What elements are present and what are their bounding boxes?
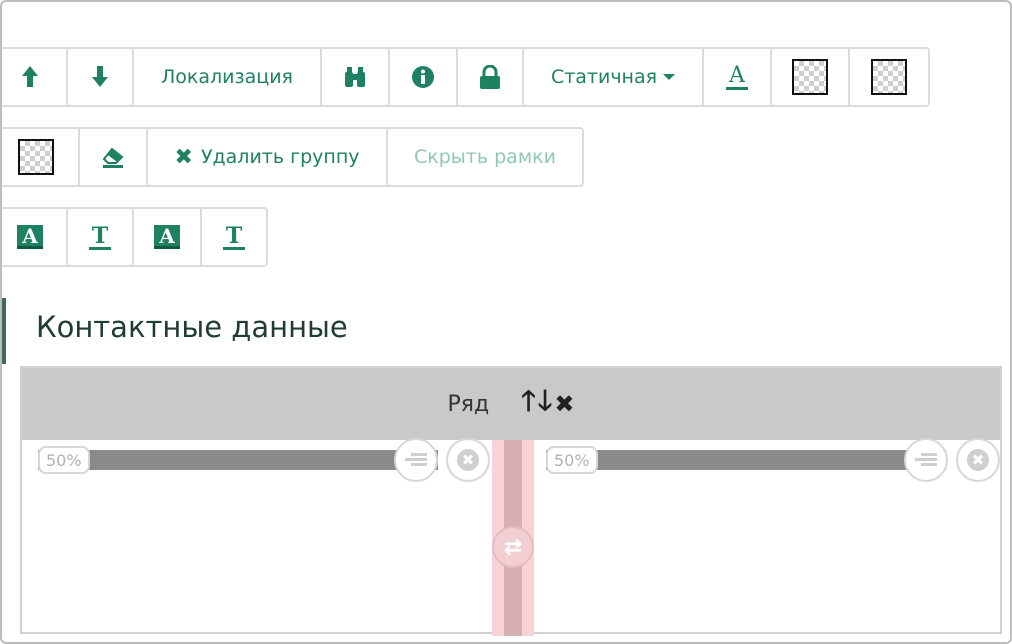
column-resize-bar[interactable]: [38, 450, 438, 470]
column-splitter[interactable]: ⇄: [492, 440, 534, 636]
move-down-button[interactable]: [66, 47, 134, 107]
column-right[interactable]: 50% ✖: [532, 438, 1002, 636]
indent-icon: [405, 453, 427, 467]
row-move-down-icon[interactable]: 🡓: [538, 380, 553, 428]
localization-button[interactable]: Локализация: [132, 47, 322, 107]
indent-icon: [915, 453, 937, 467]
binoculars-icon: [345, 67, 365, 87]
text-color-button[interactable]: A: [702, 47, 772, 107]
column-remove-button[interactable]: ✖: [956, 438, 1000, 482]
row-grid: Ряд 🡑 🡓 ✖ 50% ✖ ⇄ 50% ✖: [20, 366, 1002, 636]
heading-text-button[interactable]: T: [66, 207, 134, 267]
move-up-button[interactable]: [2, 47, 68, 107]
position-dropdown-label: Статичная: [550, 66, 658, 88]
row-header[interactable]: Ряд 🡑 🡓 ✖: [22, 368, 1000, 440]
body-fill-button[interactable]: A: [132, 207, 202, 267]
delete-group-button[interactable]: ✖ Удалить группу: [146, 127, 388, 187]
row-move-up-icon[interactable]: 🡑: [521, 380, 536, 428]
body-text-button[interactable]: T: [200, 207, 268, 267]
toolbar-row-1: Локализация Статичная A: [2, 47, 930, 107]
heading-fill-button[interactable]: A: [2, 207, 68, 267]
row-delete-icon[interactable]: ✖: [554, 390, 574, 418]
section-title: Контактные данные: [36, 310, 348, 344]
hide-frames-label: Скрыть рамки: [414, 146, 556, 168]
swap-columns-icon[interactable]: ⇄: [492, 526, 534, 568]
toolbar-row-3: A T A T: [2, 207, 268, 267]
close-icon: ✖: [967, 449, 989, 471]
transparent-swatch-icon: [18, 139, 54, 175]
column-remove-button[interactable]: ✖: [446, 438, 490, 482]
localization-label: Локализация: [161, 66, 293, 88]
fill-color-button[interactable]: [2, 127, 80, 187]
column-width-badge[interactable]: 50%: [546, 446, 598, 474]
font-box-icon: A: [154, 224, 180, 249]
row-label: Ряд: [447, 391, 490, 417]
text-color-icon: A: [726, 64, 748, 90]
transparent-swatch-icon: [792, 59, 828, 95]
info-button[interactable]: [388, 47, 458, 107]
lock-icon: [480, 65, 500, 89]
delete-group-label: Удалить группу: [200, 146, 360, 168]
border-color-button[interactable]: [848, 47, 930, 107]
position-dropdown[interactable]: Статичная: [522, 47, 704, 107]
eraser-button[interactable]: [78, 127, 148, 187]
column-width-badge[interactable]: 50%: [38, 446, 90, 474]
text-underline-icon: T: [88, 225, 112, 250]
column-settings-button[interactable]: [904, 438, 948, 482]
lock-button[interactable]: [456, 47, 524, 107]
section-accent-bar: [2, 298, 6, 364]
eraser-icon: [102, 147, 124, 168]
caret-down-icon: [663, 74, 676, 80]
transparent-swatch-icon: [871, 59, 907, 95]
arrow-down-icon: [91, 66, 109, 88]
column-left[interactable]: 50% ✖: [22, 438, 492, 636]
background-color-button[interactable]: [770, 47, 850, 107]
hide-frames-button[interactable]: Скрыть рамки: [386, 127, 584, 187]
column-settings-button[interactable]: [394, 438, 438, 482]
close-icon: ✖: [174, 144, 193, 170]
find-button[interactable]: [320, 47, 390, 107]
arrow-up-icon: [21, 66, 39, 88]
editor-frame: Локализация Статичная A ✖ Удалить группу…: [0, 0, 1012, 644]
info-icon: [412, 66, 434, 88]
column-resize-bar[interactable]: [546, 450, 946, 470]
close-icon: ✖: [457, 449, 479, 471]
font-box-icon: A: [17, 224, 43, 249]
toolbar-row-2: ✖ Удалить группу Скрыть рамки: [2, 127, 584, 187]
text-underline-icon: T: [222, 225, 246, 250]
